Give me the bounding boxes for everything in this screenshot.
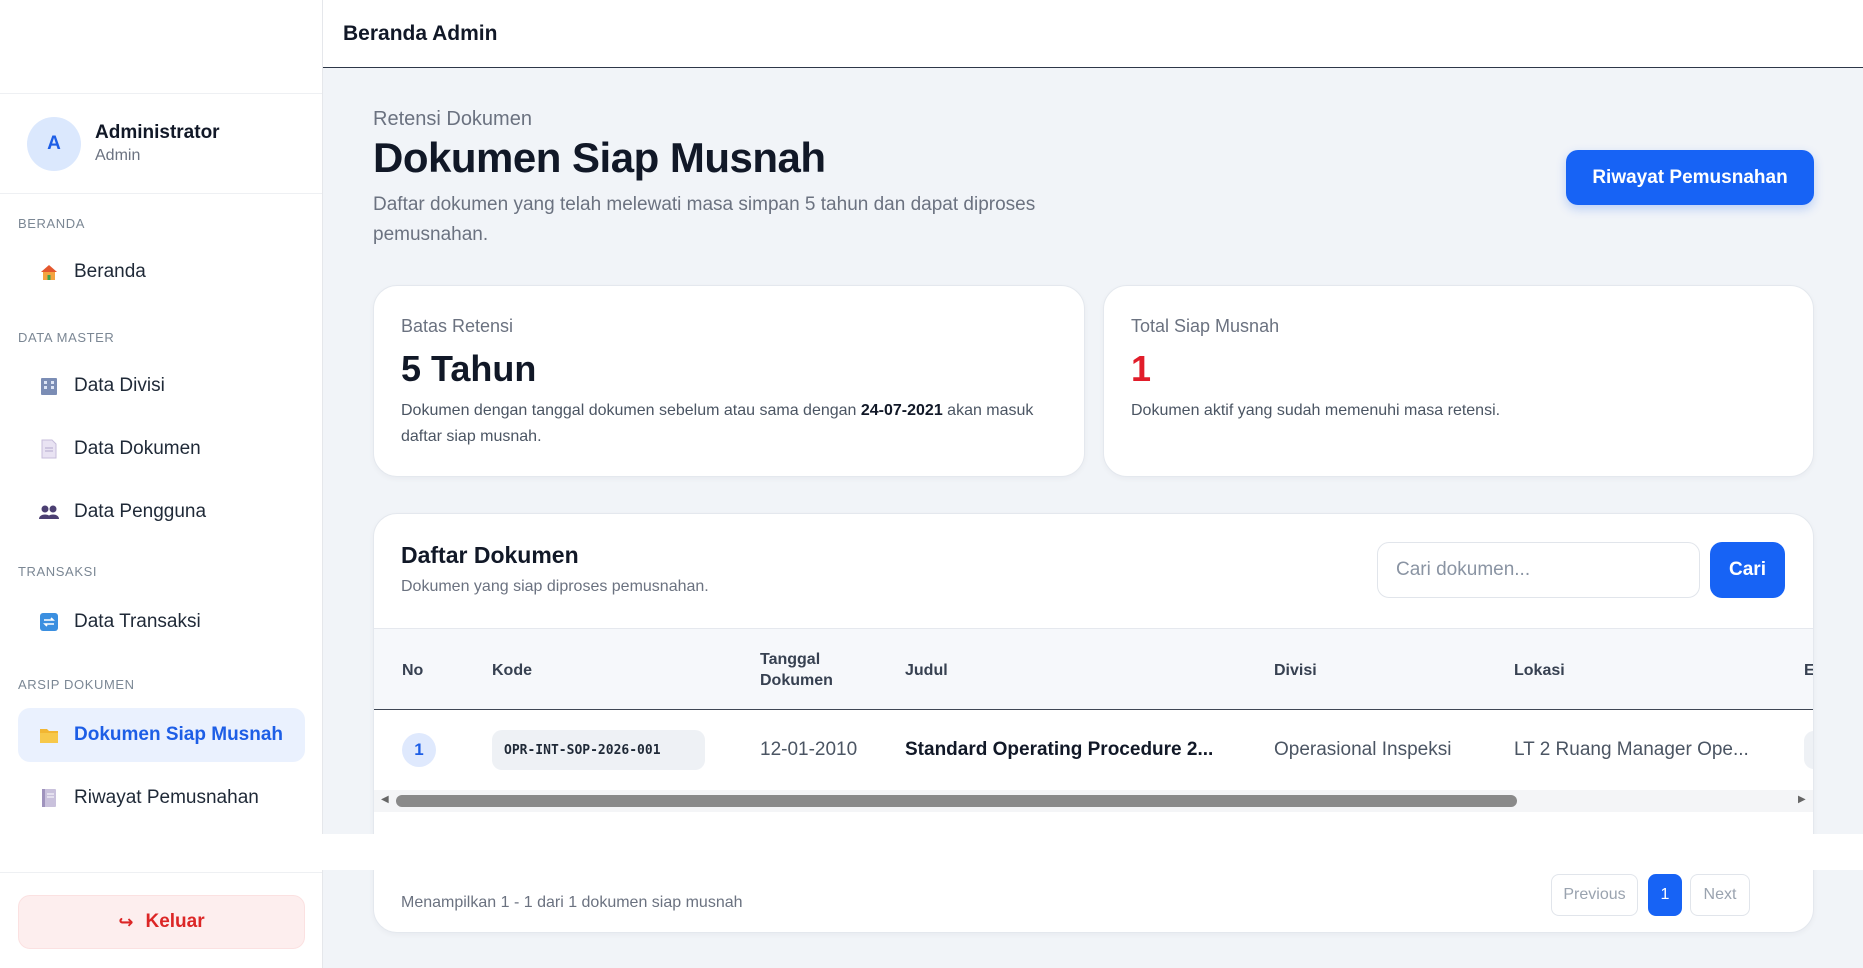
cell-lokasi: LT 2 Ruang Manager Ope... bbox=[1514, 739, 1749, 760]
table-subtitle: Dokumen yang siap diproses pemusnahan. bbox=[401, 578, 709, 595]
search-input[interactable] bbox=[1377, 542, 1700, 598]
sidebar-item-data-pengguna[interactable]: Data Pengguna bbox=[18, 485, 305, 539]
render-overlay-strip bbox=[0, 834, 1863, 870]
table-row[interactable]: 1 OPR-INT-SOP-2026-001 12-01-2010 Standa… bbox=[374, 710, 1813, 790]
column-header-tanggal: Tanggal Dokumen bbox=[760, 651, 833, 689]
sidebar-item-label: Dokumen Siap Musnah bbox=[74, 724, 284, 745]
user-role: Admin bbox=[95, 147, 141, 164]
cell-truncated bbox=[1804, 710, 1813, 790]
stat-label: Batas Retensi bbox=[401, 316, 514, 336]
sidebar-logo-area bbox=[0, 0, 322, 94]
cell-divisi: Operasional Inspeksi bbox=[1274, 739, 1452, 760]
column-header-judul: Judul bbox=[905, 661, 948, 679]
section-label-transaksi: TRANSAKSI bbox=[18, 564, 98, 579]
logout-button[interactable]: ↪ Keluar bbox=[18, 895, 305, 949]
previous-page-button[interactable]: Previous bbox=[1551, 874, 1638, 916]
sidebar-item-label: Riwayat Pemusnahan bbox=[74, 787, 259, 808]
table-title: Daftar Dokumen bbox=[401, 542, 579, 568]
scroll-right-icon[interactable]: ▶ bbox=[1798, 794, 1806, 805]
cell-kode: OPR-INT-SOP-2026-001 bbox=[492, 710, 705, 790]
page-description: Daftar dokumen yang telah melewati masa … bbox=[373, 194, 1036, 245]
stat-value: 5 Tahun bbox=[401, 348, 537, 389]
column-header-kode: Kode bbox=[492, 661, 532, 679]
sidebar-item-label: Beranda bbox=[74, 261, 146, 282]
pagination-summary: Menampilkan 1 - 1 dari 1 dokumen siap mu… bbox=[401, 894, 743, 911]
table-header: No Kode Tanggal Dokumen Judul Divisi Loka… bbox=[374, 628, 1814, 710]
user-name: Administrator bbox=[95, 122, 220, 143]
stat-card-retention: Batas Retensi 5 Tahun Dokumen dengan tan… bbox=[373, 285, 1085, 477]
page-title: Dokumen Siap Musnah bbox=[373, 134, 826, 181]
sidebar-item-riwayat-pemusnahan[interactable]: Riwayat Pemusnahan bbox=[18, 771, 305, 825]
cell-tanggal: 12-01-2010 bbox=[760, 739, 858, 760]
home-icon bbox=[38, 261, 60, 283]
column-header-no: No bbox=[402, 661, 424, 679]
sidebar-item-label: Data Transaksi bbox=[74, 611, 201, 632]
document-table-card: Daftar Dokumen Dokumen yang siap diprose… bbox=[373, 513, 1814, 933]
cell-judul: Standard Operating Procedure 2... bbox=[905, 739, 1214, 760]
column-header-lokasi: Lokasi bbox=[1514, 661, 1565, 679]
row-number-badge: 1 bbox=[402, 733, 436, 767]
logout-arrow-icon: ↪ bbox=[118, 911, 134, 932]
horizontal-scrollbar[interactable]: ◀ ▶ bbox=[374, 790, 1813, 812]
topbar: Beranda Admin bbox=[323, 0, 1863, 68]
users-icon bbox=[38, 501, 60, 523]
sidebar-item-label: Data Divisi bbox=[74, 375, 165, 396]
column-header-truncated: E bbox=[1804, 661, 1814, 679]
sidebar-item-label: Data Dokumen bbox=[74, 438, 201, 459]
cell-no: 1 bbox=[402, 710, 436, 790]
sidebar-footer: ↪ Keluar bbox=[0, 872, 322, 968]
stat-card-total: Total Siap Musnah 1 Dokumen aktif yang s… bbox=[1103, 285, 1814, 477]
next-page-button[interactable]: Next bbox=[1690, 874, 1750, 916]
folder-icon bbox=[38, 724, 60, 746]
stat-value: 1 bbox=[1131, 348, 1152, 389]
sidebar-item-dokumen-siap-musnah[interactable]: Dokumen Siap Musnah bbox=[18, 708, 305, 762]
stat-label: Total Siap Musnah bbox=[1131, 316, 1280, 336]
sidebar: A Administrator Admin BERANDA Beranda DA… bbox=[0, 0, 323, 968]
sidebar-item-data-transaksi[interactable]: Data Transaksi bbox=[18, 595, 305, 649]
section-label-arsip-dokumen: ARSIP DOKUMEN bbox=[18, 677, 135, 692]
code-chip: OPR-INT-SOP-2026-001 bbox=[492, 730, 705, 770]
sidebar-item-label: Data Pengguna bbox=[74, 501, 207, 522]
scroll-left-icon[interactable]: ◀ bbox=[381, 794, 389, 805]
riwayat-pemusnahan-button[interactable]: Riwayat Pemusnahan bbox=[1566, 150, 1814, 205]
section-label-beranda: BERANDA bbox=[18, 216, 86, 231]
document-icon bbox=[38, 438, 60, 460]
sidebar-item-data-dokumen[interactable]: Data Dokumen bbox=[18, 422, 305, 476]
avatar: A bbox=[27, 116, 81, 171]
sidebar-item-data-divisi[interactable]: Data Divisi bbox=[18, 359, 305, 413]
transfer-icon bbox=[38, 611, 60, 633]
page-eyebrow: Retensi Dokumen bbox=[373, 108, 532, 130]
ledger-icon bbox=[38, 787, 60, 809]
building-icon bbox=[38, 375, 60, 397]
retention-cutoff-date: 24-07-2021 bbox=[860, 402, 943, 419]
topbar-title: Beranda Admin bbox=[343, 21, 498, 45]
truncated-chip bbox=[1804, 731, 1813, 769]
sidebar-item-beranda[interactable]: Beranda bbox=[18, 245, 305, 299]
page-1-button[interactable]: 1 bbox=[1648, 874, 1682, 916]
stat-note: Dokumen aktif yang sudah memenuhi masa r… bbox=[1131, 402, 1501, 419]
logout-label: Keluar bbox=[145, 911, 205, 932]
user-profile: A Administrator Admin bbox=[0, 94, 322, 194]
stat-note: Dokumen dengan tanggal dokumen sebelum a… bbox=[401, 402, 1034, 445]
search-button[interactable]: Cari bbox=[1710, 542, 1785, 598]
section-label-data-master: DATA MASTER bbox=[18, 330, 115, 345]
column-header-divisi: Divisi bbox=[1274, 661, 1317, 679]
scrollbar-thumb[interactable] bbox=[396, 795, 1517, 807]
